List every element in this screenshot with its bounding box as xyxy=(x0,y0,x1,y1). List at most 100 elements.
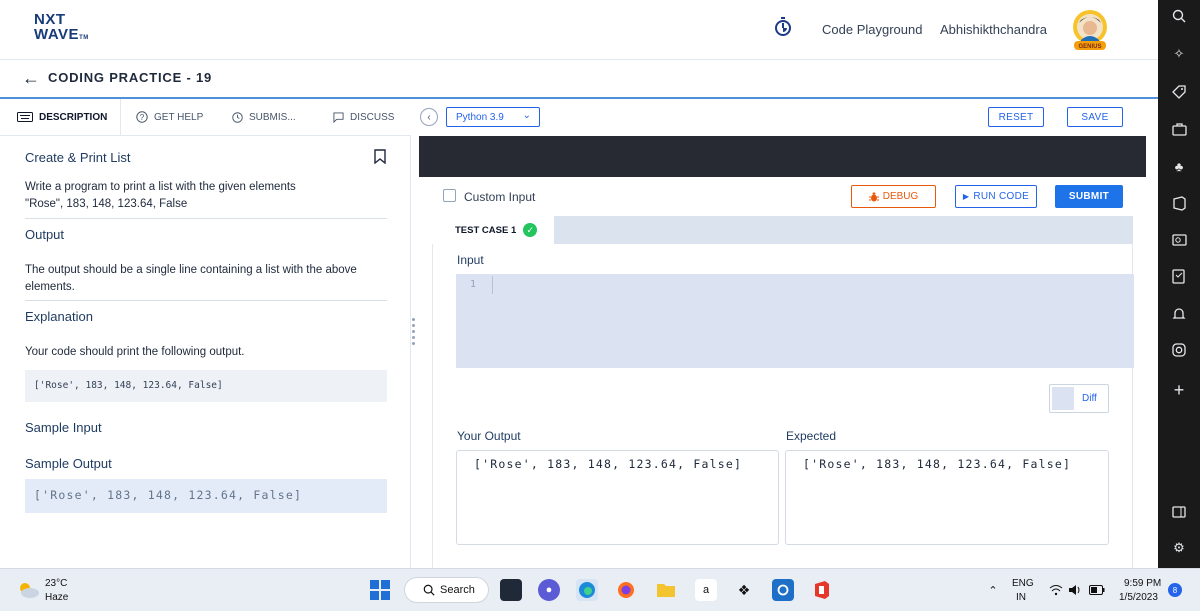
add-icon[interactable]: + xyxy=(1169,380,1189,400)
custom-input-label: Custom Input xyxy=(464,190,536,204)
code-editor[interactable] xyxy=(419,136,1146,177)
diff-label: Diff xyxy=(1082,393,1097,404)
language-select[interactable]: Python 3.9 ⌄ xyxy=(446,107,540,127)
app-icon[interactable] xyxy=(772,579,794,601)
debug-button[interactable]: DEBUG xyxy=(851,185,936,208)
split-view-icon[interactable] xyxy=(1169,502,1189,522)
nxtwave-logo[interactable]: NXT WAVETM xyxy=(34,12,89,46)
tag-icon[interactable] xyxy=(1169,82,1189,102)
language-value: Python 3.9 xyxy=(456,111,504,123)
weather-desc: Haze xyxy=(45,592,69,603)
logo-tm: TM xyxy=(79,35,89,41)
notification-badge[interactable]: 8 xyxy=(1168,583,1182,597)
code-playground-link[interactable]: Code Playground xyxy=(822,22,922,37)
back-arrow-icon[interactable]: ← xyxy=(22,68,40,89)
tab-submissions[interactable]: SUBMIS... xyxy=(232,99,296,135)
expected-label: Expected xyxy=(786,429,837,443)
expected-output-box: ['Rose', 183, 148, 123.64, False] xyxy=(785,450,1109,545)
bug-icon xyxy=(868,192,879,201)
tab-get-help[interactable]: ? GET HELP xyxy=(136,99,203,135)
save-button[interactable]: SAVE xyxy=(1067,107,1123,127)
output-text-line1: The output should be a single line conta… xyxy=(25,264,357,276)
firefox-icon[interactable] xyxy=(615,579,637,601)
edge-icon[interactable] xyxy=(576,579,598,601)
page-title: CODING PRACTICE - 19 xyxy=(48,70,213,85)
user-name[interactable]: Abhishikthchandra xyxy=(940,22,1047,37)
instagram-icon[interactable] xyxy=(1169,340,1189,360)
forms-icon[interactable] xyxy=(1169,266,1189,286)
tab-description[interactable]: DESCRIPTION xyxy=(17,99,107,135)
tab-get-help-label: GET HELP xyxy=(154,111,204,123)
tab-discuss-label: DISCUSS xyxy=(350,111,395,123)
outlook-icon[interactable] xyxy=(1169,230,1189,250)
office-icon[interactable] xyxy=(1169,193,1189,213)
chat-app-icon[interactable]: ● xyxy=(538,579,560,601)
custom-input-checkbox[interactable] xyxy=(443,189,456,202)
clock-time[interactable]: 9:59 PM xyxy=(1124,578,1161,589)
file-explorer-icon[interactable] xyxy=(655,579,677,601)
sparkle-icon[interactable]: ✧ xyxy=(1169,44,1189,64)
input-label: Input xyxy=(457,253,484,267)
search-icon xyxy=(423,584,435,596)
description-panel: Create & Print List Write a program to p… xyxy=(0,136,411,568)
logo-line1: NXT xyxy=(34,11,66,28)
output-text-line2: elements. xyxy=(25,281,75,293)
run-code-label: RUN CODE xyxy=(973,191,1030,202)
diff-toggle-knob xyxy=(1052,387,1074,410)
tab-discuss[interactable]: DISCUSS xyxy=(333,99,394,135)
panel-resize-handle[interactable] xyxy=(412,318,416,348)
collapse-panel-button[interactable]: ‹ xyxy=(420,108,438,126)
avatar[interactable]: GENIUS xyxy=(1066,8,1114,52)
sample-output-heading: Sample Output xyxy=(25,456,112,471)
reset-button[interactable]: RESET xyxy=(988,107,1044,127)
keyboard-icon xyxy=(17,112,33,122)
briefcase-icon[interactable] xyxy=(1169,119,1189,139)
help-circle-icon: ? xyxy=(136,111,148,123)
windows-start-icon[interactable] xyxy=(369,579,391,601)
clock-date[interactable]: 1/5/2023 xyxy=(1119,592,1158,603)
tab-test-case-1[interactable]: TEST CASE 1 ✓ xyxy=(432,216,554,244)
task-view-icon[interactable] xyxy=(500,579,522,601)
bell-icon[interactable] xyxy=(1169,304,1189,324)
battery-icon[interactable] xyxy=(1086,579,1108,601)
weather-icon[interactable] xyxy=(15,579,41,606)
settings-icon[interactable]: ⚙ xyxy=(1169,538,1189,558)
games-icon[interactable]: ♣ xyxy=(1169,156,1189,176)
run-code-button[interactable]: ▶ RUN CODE xyxy=(955,185,1037,208)
sample-output-code: ['Rose', 183, 148, 123.64, False] xyxy=(25,479,387,513)
gutter-divider xyxy=(492,276,493,294)
tab-submissions-label: SUBMIS... xyxy=(249,111,296,123)
chevron-up-icon[interactable]: ⌃ xyxy=(982,579,1004,601)
logo-line2: WAVE xyxy=(34,26,80,43)
svg-text:?: ? xyxy=(140,113,145,122)
taskbar-search[interactable]: Search xyxy=(404,577,489,603)
check-circle-icon: ✓ xyxy=(523,223,538,237)
clock-icon xyxy=(232,111,243,123)
search-icon[interactable] xyxy=(1169,6,1189,26)
submit-button[interactable]: SUBMIT xyxy=(1055,185,1123,208)
weather-temp: 23°C xyxy=(45,578,68,589)
office-app-icon[interactable] xyxy=(811,579,833,601)
language-line2: IN xyxy=(1016,592,1026,603)
explanation-text: Your code should print the following out… xyxy=(25,346,245,358)
explanation-code: ['Rose', 183, 148, 123.64, False] xyxy=(25,370,387,402)
amazon-icon[interactable]: a xyxy=(695,579,717,601)
problem-statement-line2: "Rose", 183, 148, 123.64, False xyxy=(25,198,188,210)
your-output-label: Your Output xyxy=(457,429,521,443)
stopwatch-icon[interactable] xyxy=(774,17,792,37)
dropbox-icon[interactable]: ❖ xyxy=(733,579,755,601)
test-input-editor[interactable] xyxy=(456,274,1134,368)
avatar-badge: GENIUS xyxy=(1078,44,1101,50)
windows-taskbar xyxy=(0,568,1200,611)
language-line1: ENG xyxy=(1012,578,1034,589)
search-label: Search xyxy=(440,584,475,596)
divider xyxy=(25,218,387,219)
volume-icon[interactable] xyxy=(1064,579,1086,601)
test-case-label: TEST CASE 1 xyxy=(455,224,517,236)
problem-title: Create & Print List xyxy=(25,150,131,165)
explanation-heading: Explanation xyxy=(25,309,93,324)
bookmark-icon[interactable] xyxy=(374,149,386,169)
left-tab-bar: DESCRIPTION ? GET HELP SUBMIS... DISCUSS xyxy=(0,99,411,136)
divider xyxy=(25,300,387,301)
line-number: 1 xyxy=(470,279,477,290)
